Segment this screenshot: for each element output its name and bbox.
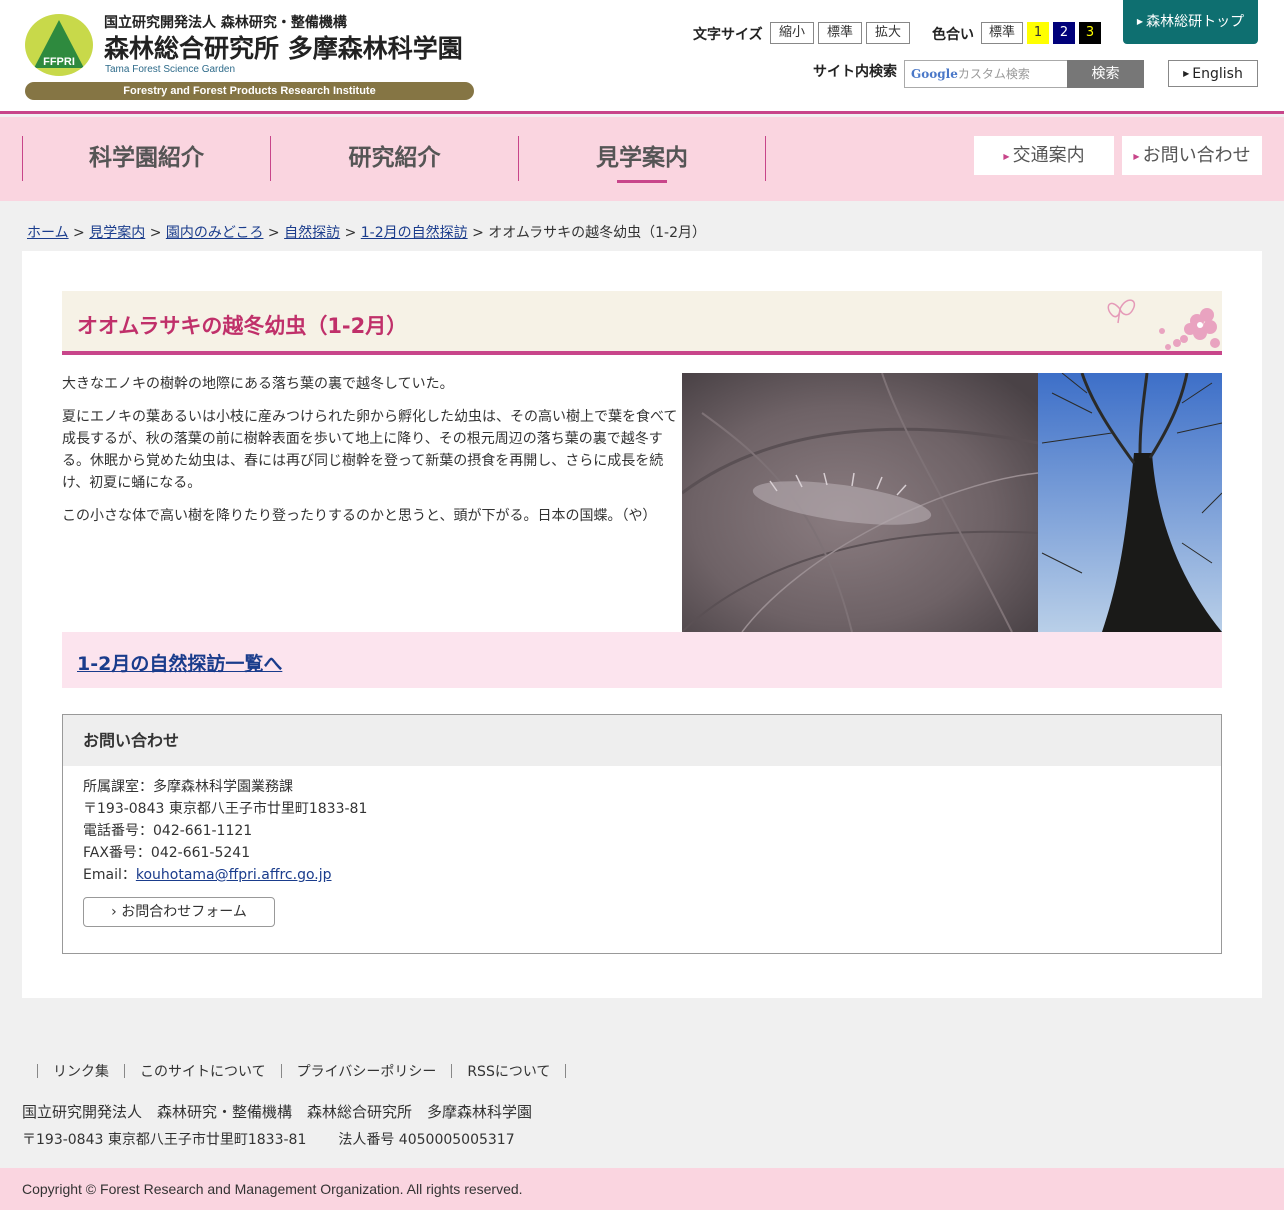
page-title-bar: オオムラサキの越冬幼虫（1-2月）: [62, 291, 1222, 355]
color-1-button[interactable]: 1: [1027, 22, 1049, 44]
footer-link-privacy[interactable]: プライバシーポリシー: [297, 1064, 437, 1080]
nav-item-about[interactable]: 科学園紹介: [22, 136, 270, 181]
triangle-right-icon: ▶: [1133, 152, 1140, 161]
contact-dept: 所属課室：多摩森林科学園業務課: [83, 779, 293, 795]
inquiry-form-button[interactable]: › お問合わせフォーム: [83, 897, 275, 927]
footer-divider: [280, 1064, 282, 1078]
footer-corp-number: 法人番号 4050005005317: [338, 1132, 515, 1148]
footer-link-rss[interactable]: RSSについて: [467, 1064, 550, 1080]
access-button[interactable]: ▶ 交通案内: [974, 136, 1114, 175]
jan-feb-list-link[interactable]: 1-2月の自然探訪一覧へ: [77, 649, 282, 676]
contact-box: お問い合わせ 所属課室：多摩森林科学園業務課 〒193-0843 東京都八王子市…: [62, 714, 1222, 954]
global-nav: 科学園紹介 研究紹介 見学案内 ▶ 交通案内 ▶ お問い合わせ: [0, 117, 1284, 201]
butterfly-flower-decoration-icon: [1107, 299, 1220, 350]
contact-address: 〒193-0843 東京都八王子市廿里町1833-81: [83, 801, 368, 817]
triangle-right-icon: ▶: [1003, 152, 1010, 161]
footer-divider: [37, 1064, 38, 1078]
search-button[interactable]: 検索: [1067, 60, 1144, 88]
article-paragraph: 大きなエノキの樹幹の地際にある落ち葉の裏で越冬していた。: [62, 376, 454, 392]
google-logo: Google: [911, 67, 958, 81]
page-title: オオムラサキの越冬幼虫（1-2月）: [77, 314, 408, 338]
font-size-normal-button[interactable]: 標準: [818, 22, 862, 44]
access-label: 交通案内: [1012, 145, 1085, 166]
footer-link-links[interactable]: リンク集: [53, 1064, 109, 1080]
triangle-right-icon: ▶: [1183, 69, 1190, 78]
nav-active-indicator: [617, 180, 667, 183]
ffpri-logo[interactable]: FFPRI: [25, 14, 93, 76]
site-header: FFPRI 国立研究開発法人 森林研究・整備機構 森林総合研究所 多摩森林科学園…: [0, 0, 1284, 114]
contact-tel: 電話番号：042-661-1121: [83, 823, 253, 839]
font-size-label: 文字サイズ: [693, 27, 763, 43]
contact-email-row: Email：kouhotama@ffpri.affrc.go.jp: [83, 864, 367, 886]
larva-and-tree-photo: [682, 373, 1222, 632]
ffpri-top-label: 森林総研トップ: [1146, 14, 1245, 30]
breadcrumb-nature[interactable]: 自然探訪: [284, 225, 340, 241]
nav-item-visit[interactable]: 見学案内: [518, 136, 766, 181]
institute-band: Forestry and Forest Products Research In…: [25, 82, 474, 100]
article-paragraph: この小さな体で高い樹を降りたり登ったりするのかと思うと、頭が下がる。日本の国蝶。…: [62, 508, 657, 524]
footer-links: リンク集 このサイトについて プライバシーポリシー RSSについて: [22, 1061, 581, 1081]
font-size-small-button[interactable]: 縮小: [770, 22, 814, 44]
contact-fax: FAX番号：042-661-5241: [83, 845, 251, 861]
breadcrumb-separator: >: [73, 225, 85, 241]
footer-divider: [451, 1064, 453, 1078]
nav-item-research[interactable]: 研究紹介: [270, 136, 518, 181]
logo-text: FFPRI: [43, 56, 75, 68]
chevron-right-icon: ›: [111, 904, 117, 920]
article-body: 大きなエノキの樹幹の地際にある落ち葉の裏で越冬していた。 夏にエノキの葉あるいは…: [62, 373, 680, 538]
triangle-right-icon: ▶: [1136, 17, 1144, 26]
breadcrumb-separator: >: [472, 225, 484, 241]
breadcrumb-current: オオムラサキの越冬幼虫（1-2月）: [488, 225, 707, 241]
breadcrumb-separator: >: [267, 225, 280, 241]
breadcrumb-visit[interactable]: 見学案内: [89, 225, 145, 241]
search-input[interactable]: Googleカスタム検索: [904, 60, 1068, 88]
site-search-label: サイト内検索: [813, 64, 897, 80]
contact-email-label: Email：: [83, 867, 136, 883]
color-standard-button[interactable]: 標準: [981, 22, 1023, 44]
site-title[interactable]: 森林総合研究所 多摩森林科学園: [104, 29, 463, 65]
footer-org-name: 国立研究開発法人 森林研究・整備機構 森林総合研究所 多摩森林科学園: [22, 1103, 533, 1121]
contact-nav-button[interactable]: ▶ お問い合わせ: [1122, 136, 1262, 175]
english-label: English: [1192, 66, 1243, 82]
english-button[interactable]: ▶ English: [1168, 60, 1258, 87]
article-paragraph: 夏にエノキの葉あるいは小枝に産みつけられた卵から孵化した幼虫は、その高い樹上で葉…: [62, 409, 678, 491]
contact-nav-label: お問い合わせ: [1142, 145, 1251, 166]
list-link-bar: 1-2月の自然探訪一覧へ: [62, 632, 1222, 688]
footer-divider: [565, 1064, 567, 1078]
breadcrumb-separator: >: [149, 225, 162, 241]
breadcrumb-highlights[interactable]: 園内のみどころ: [166, 225, 264, 241]
footer-address-row: 〒193-0843 東京都八王子市廿里町1833-81 法人番号 40500050…: [22, 1129, 515, 1149]
ffpri-top-link[interactable]: ▶ 森林総研トップ: [1123, 0, 1258, 44]
footer-address: 〒193-0843 東京都八王子市廿里町1833-81: [22, 1132, 307, 1148]
inquiry-form-label: お問合わせフォーム: [121, 904, 247, 920]
breadcrumb: ホーム > 見学案内 > 園内のみどころ > 自然探訪 > 1-2月の自然探訪 …: [27, 222, 706, 242]
breadcrumb-home[interactable]: ホーム: [27, 225, 69, 241]
contact-email-link[interactable]: kouhotama@ffpri.affrc.go.jp: [136, 867, 332, 883]
color-label: 色合い: [932, 27, 974, 43]
site-footer: リンク集 このサイトについて プライバシーポリシー RSSについて 国立研究開発法人 …: [0, 1038, 1284, 1168]
footer-link-about-site[interactable]: このサイトについて: [140, 1064, 266, 1080]
color-2-button[interactable]: 2: [1053, 22, 1075, 44]
contact-details: 所属課室：多摩森林科学園業務課 〒193-0843 東京都八王子市廿里町1833…: [83, 776, 367, 886]
main-content: オオムラサキの越冬幼虫（1-2月） 大きなエノキの樹幹の地際にある落ち葉の裏で越…: [22, 251, 1262, 998]
site-subtitle: Tama Forest Science Garden: [105, 64, 236, 75]
copyright: Copyright © Forest Research and Manageme…: [0, 1168, 1284, 1210]
color-3-button[interactable]: 3: [1079, 22, 1101, 44]
font-size-large-button[interactable]: 拡大: [866, 22, 910, 44]
search-placeholder: カスタム検索: [957, 67, 1030, 81]
footer-divider: [124, 1064, 125, 1078]
breadcrumb-jan-feb[interactable]: 1-2月の自然探訪: [361, 225, 468, 241]
breadcrumb-separator: >: [344, 225, 357, 241]
contact-heading: お問い合わせ: [63, 715, 1221, 766]
